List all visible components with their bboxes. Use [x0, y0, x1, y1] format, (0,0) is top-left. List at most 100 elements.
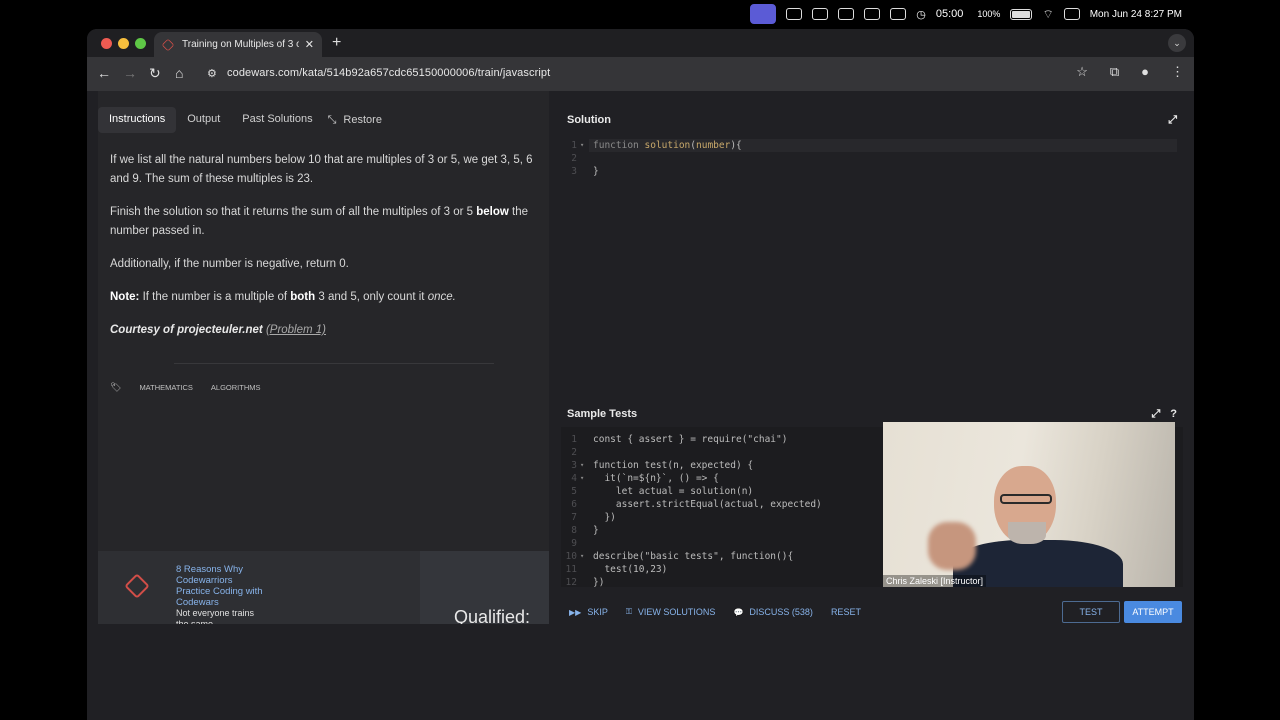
fold-icon[interactable]: ▾ [580, 550, 584, 563]
view-solutions-label: VIEW SOLUTIONS [637, 607, 716, 617]
note-label: Note: [110, 291, 140, 303]
solution-title: Solution [567, 114, 611, 126]
window-icon[interactable] [864, 8, 881, 20]
line-number: 3 [571, 460, 577, 471]
code-text: function test(n, expected) { [593, 460, 754, 471]
close-window-button[interactable] [101, 38, 112, 49]
new-tab-icon[interactable]: + [332, 34, 341, 52]
app-status-icon[interactable] [786, 8, 803, 20]
docker-icon[interactable] [812, 8, 829, 20]
timer-text: 05:00 [935, 8, 964, 20]
tags-row: 🏷 MATHEMATICS ALGORITHMS [110, 382, 261, 393]
restore-label: Restore [343, 114, 382, 126]
description-note: Note: If the number is a multiple of bot… [110, 288, 540, 307]
restore-icon: ⤡ [327, 113, 337, 126]
home-icon[interactable]: ⌂ [175, 65, 183, 81]
minimize-window-button[interactable] [118, 38, 129, 49]
solution-header: Solution ⤢ [561, 109, 1183, 131]
address-bar[interactable]: codewars.com/kata/514b92a657cdc651500000… [227, 67, 550, 79]
skip-icon: ▶▶ [569, 607, 582, 617]
site-settings-icon[interactable]: ⚙ [207, 67, 217, 80]
p2-bold: below [476, 206, 509, 218]
line-number: 7 [571, 512, 577, 523]
video-label: Chris Zaleski [Instructor] [883, 575, 987, 587]
display-icon[interactable] [838, 8, 855, 20]
instructions-panel: Instructions Output Past Solutions ⤡ Res… [98, 91, 549, 624]
screen-share-icon[interactable] [750, 4, 777, 24]
bookmark-star-icon[interactable]: ☆ [1076, 64, 1088, 80]
help-icon[interactable]: ? [1170, 408, 1177, 421]
discuss-button[interactable]: 💬 DISCUSS (538) [733, 607, 813, 617]
video-beard [1008, 522, 1046, 544]
control-center-icon[interactable] [1063, 8, 1080, 20]
wifi-icon[interactable]: ⌔ [1042, 7, 1053, 22]
tab-past-solutions[interactable]: Past Solutions [231, 107, 323, 133]
ad-subtitle: Not everyone trains the same [176, 608, 255, 624]
line-number: 11 [565, 564, 577, 575]
line-number: 1 [571, 434, 577, 445]
timer-icon[interactable]: ◷ [916, 8, 926, 21]
ad-image[interactable]: Qualified: [420, 551, 549, 624]
fullscreen-tests-icon[interactable]: ⤢ [1151, 408, 1160, 421]
tag-icon: 🏷 [110, 382, 122, 392]
fold-icon[interactable]: ▾ [580, 472, 584, 485]
ad-banner[interactable]: 8 Reasons Why Codewarriors Practice Codi… [98, 551, 549, 624]
tag-mathematics[interactable]: MATHEMATICS [139, 383, 192, 392]
fullscreen-icon[interactable]: ⤢ [1168, 114, 1177, 127]
code-text: test(10,23) [593, 564, 668, 575]
ad-title[interactable]: 8 Reasons Why Codewarriors Practice Codi… [176, 564, 266, 608]
description-p1: If we list all the natural numbers below… [110, 154, 533, 185]
reset-button[interactable]: RESET [831, 607, 861, 617]
code-text: }) [593, 512, 616, 523]
note-text-2: 3 and 5, only count it [315, 291, 428, 303]
clock[interactable]: Mon Jun 24 8:27 PM [1090, 9, 1182, 20]
code-text: }) [593, 577, 605, 588]
restore-button[interactable]: ⤡ Restore [324, 107, 393, 133]
skip-button[interactable]: ▶▶ SKIP [569, 607, 608, 617]
tab-instructions[interactable]: Instructions [98, 107, 177, 133]
code-line: 2 [571, 153, 577, 164]
extensions-icon[interactable]: ⧉ [1110, 64, 1119, 80]
codewars-page: Instructions Output Past Solutions ⤡ Res… [87, 91, 1194, 720]
tag-algorithms[interactable]: ALGORITHMS [211, 383, 261, 392]
tab-title: Training on Multiples of 3 or 5 [182, 39, 299, 50]
tab-output[interactable]: Output [176, 107, 231, 133]
code-text: } [593, 525, 599, 536]
test-button[interactable]: TEST [1062, 601, 1120, 623]
problem-link[interactable]: (Problem 1) [266, 324, 326, 336]
sample-tests-title: Sample Tests [567, 408, 638, 420]
browser-window: Training on Multiples of 3 or 5 ✕ + ⌄ ← … [87, 29, 1194, 720]
battery-icon[interactable] [1010, 8, 1033, 20]
solution-editor[interactable]: 1 ▾ function solution(number){ 2 3} [561, 133, 1183, 393]
p2-text: Finish the solution so that it returns t… [110, 206, 477, 218]
credit-text: Courtesy of projecteuler.net [110, 324, 263, 336]
code-text: it(`n=${n}`, () => { [593, 473, 719, 484]
code-text: let actual = solution(n) [593, 486, 754, 497]
more-menu-icon[interactable]: ⋮ [1171, 64, 1184, 80]
tab-search-icon[interactable]: ⌄ [1168, 34, 1186, 52]
code-text: const { assert } = require("chai") [593, 434, 788, 445]
note-italic: once. [427, 291, 456, 303]
view-solutions-button[interactable]: ⚿ VIEW SOLUTIONS [626, 607, 716, 617]
fold-icon[interactable]: ▾ [580, 459, 584, 472]
browser-tab[interactable]: Training on Multiples of 3 or 5 ✕ [154, 32, 322, 57]
skip-label: SKIP [587, 607, 608, 617]
solutions-icon: ⚿ [625, 607, 632, 616]
code-text: describe("basic tests", function(){ [593, 551, 794, 562]
back-icon[interactable]: ← [97, 65, 111, 81]
video-glasses [1000, 494, 1052, 504]
forward-icon[interactable]: → [123, 65, 137, 81]
close-tab-icon[interactable]: ✕ [305, 38, 314, 51]
line-number: 10 [565, 551, 577, 562]
zoom-window-button[interactable] [135, 38, 146, 49]
profile-icon[interactable]: ● [1141, 64, 1149, 80]
action-bar: ▶▶ SKIP ⚿ VIEW SOLUTIONS 💬 DISCUSS (538) RE… [561, 601, 1183, 623]
menu-bar: ◷ 05:00 100% ⌔ Mon Jun 24 8:27 PM [0, 0, 1280, 28]
reload-icon[interactable]: ↻ [149, 65, 161, 82]
discuss-label: DISCUSS (538) [749, 607, 813, 617]
line-number: 8 [571, 525, 577, 536]
attempt-button[interactable]: ATTEMPT [1124, 601, 1182, 623]
description-p3: Additionally, if the number is negative,… [110, 258, 349, 270]
message-icon[interactable] [890, 8, 907, 20]
line-number: 4 [571, 473, 577, 484]
